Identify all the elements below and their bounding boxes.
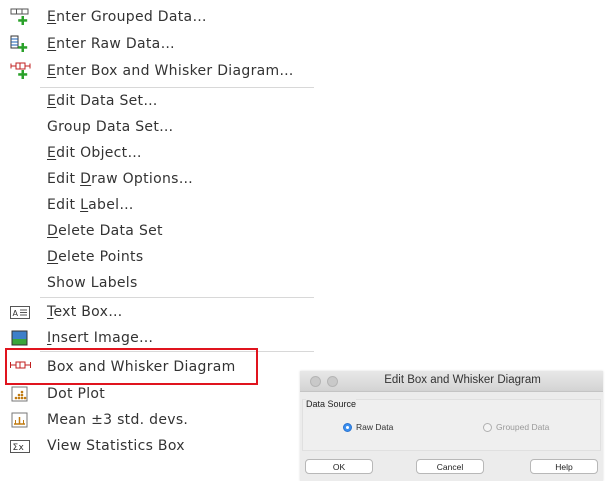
context-menu: Enter Grouped Data… Enter Raw Data… Ente… [0, 0, 330, 477]
cancel-button[interactable]: Cancel [416, 459, 484, 474]
dot-plot-icon [10, 385, 32, 403]
menu-item-edit-object[interactable]: Edit Object… [0, 140, 314, 166]
menu-item-enter-raw-data[interactable]: Enter Raw Data… [0, 31, 314, 57]
dialog-title: Edit Box and Whisker Diagram [384, 374, 541, 386]
menu-item-delete-points[interactable]: Delete Points [0, 244, 314, 270]
menu-item-edit-label[interactable]: Edit Label… [0, 192, 314, 218]
menu-item-edit-data-set[interactable]: Edit Data Set… [0, 88, 314, 114]
radio-raw-data[interactable]: Raw Data [343, 421, 393, 433]
menu-item-dot-plot[interactable]: Dot Plot [0, 381, 314, 407]
menu-item-edit-draw-options[interactable]: Edit Draw Options… [0, 166, 314, 192]
radio-selected-icon [343, 423, 352, 432]
menu-item-enter-box-whisker[interactable]: Enter Box and Whisker Diagram… [0, 58, 314, 84]
highlight-box [5, 348, 258, 385]
text-box-icon: A [10, 303, 32, 321]
radio-raw-data-label: Raw Data [356, 422, 394, 432]
menu-item-text-box[interactable]: A Text Box… [0, 299, 314, 325]
radio-grouped-data[interactable]: Grouped Data [483, 421, 549, 433]
radio-unselected-icon [483, 423, 492, 432]
raw-data-add-icon [10, 35, 32, 53]
menu-separator [40, 297, 314, 298]
radio-grouped-data-label: Grouped Data [496, 422, 550, 432]
image-icon [10, 329, 32, 347]
menu-item-delete-data-set[interactable]: Delete Data Set [0, 218, 314, 244]
menu-item-group-data-set[interactable]: Group Data Set… [0, 114, 314, 140]
menu-item-enter-grouped-data[interactable]: Enter Grouped Data… [0, 4, 314, 30]
menu-item-view-statistics-box[interactable]: Σx View Statistics Box [0, 433, 314, 459]
svg-text:Σx: Σx [13, 443, 25, 453]
grouped-data-add-icon [10, 8, 32, 26]
edit-box-whisker-dialog: Edit Box and Whisker Diagram Data Source… [300, 371, 603, 481]
help-button[interactable]: Help [530, 459, 598, 474]
menu-item-mean-std-devs[interactable]: Mean ±3 std. devs. [0, 407, 314, 433]
svg-text:A: A [13, 309, 19, 318]
dialog-titlebar: Edit Box and Whisker Diagram [300, 371, 603, 392]
mean-std-icon [10, 411, 32, 429]
menu-item-show-labels[interactable]: Show Labels [0, 270, 314, 296]
ok-button[interactable]: OK [305, 459, 373, 474]
data-source-group: Data Source Raw Data Grouped Data [302, 399, 601, 451]
box-whisker-add-icon [10, 62, 32, 80]
statistics-box-icon: Σx [10, 437, 32, 455]
data-source-label: Data Source [306, 399, 357, 409]
